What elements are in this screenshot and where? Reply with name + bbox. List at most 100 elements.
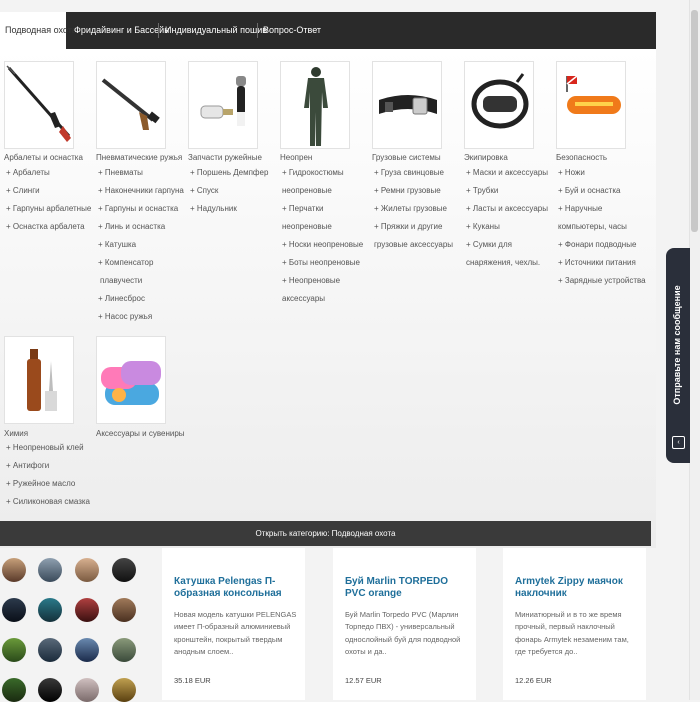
category-title[interactable]: Аксессуары и сувениры bbox=[96, 429, 185, 438]
avatar[interactable] bbox=[75, 638, 99, 662]
category-title[interactable]: Неопрен bbox=[280, 153, 312, 162]
tab-faq[interactable]: Вопрос-Ответ bbox=[258, 12, 321, 49]
category-title[interactable]: Химия bbox=[4, 429, 28, 438]
avatar[interactable] bbox=[112, 638, 136, 662]
subcategory-link[interactable]: + Сумки для bbox=[466, 236, 548, 254]
avatar[interactable] bbox=[38, 598, 62, 622]
subcategory-link[interactable]: + Слинги bbox=[6, 182, 91, 200]
category-image-chemistry[interactable] bbox=[4, 336, 74, 424]
feedback-label[interactable]: Отправьте нам сообщение bbox=[672, 255, 682, 435]
subcategory-list: + Груза свинцовые + Ремни грузовые + Жил… bbox=[374, 164, 453, 254]
subcategory-link[interactable]: + Оснастка арбалета bbox=[6, 218, 91, 236]
subcategory-link-continued[interactable]: аксессуары bbox=[282, 290, 363, 308]
category-title[interactable]: Пневматические ружья bbox=[96, 153, 182, 162]
category-image-weights[interactable] bbox=[372, 61, 442, 149]
subcategory-link[interactable]: + Гарпуны арбалетные bbox=[6, 200, 91, 218]
subcategory-link[interactable]: + Неопреновые bbox=[282, 272, 363, 290]
subcategory-link[interactable]: + Поршень Демпфер bbox=[190, 164, 268, 182]
subcategory-link[interactable]: + Пряжки и другие bbox=[374, 218, 453, 236]
avatar[interactable] bbox=[112, 678, 136, 702]
category-image-gun-parts[interactable] bbox=[188, 61, 258, 149]
subcategory-link[interactable]: + Силиконовая смазка bbox=[6, 493, 90, 511]
subcategory-link[interactable]: + Надульник bbox=[190, 200, 268, 218]
subcategory-link-continued[interactable]: грузовые аксессуары bbox=[374, 236, 453, 254]
avatar[interactable] bbox=[75, 598, 99, 622]
category-image-safety[interactable] bbox=[556, 61, 626, 149]
product-description: Миниатюрный и в то же время прочный, пер… bbox=[515, 610, 629, 656]
subcategory-link[interactable]: + Зарядные устройства bbox=[558, 272, 646, 290]
subcategory-link[interactable]: + Линесброс bbox=[98, 290, 184, 308]
category-title[interactable]: Экипировка bbox=[464, 153, 508, 162]
product-price: 12.26 EUR bbox=[515, 676, 552, 685]
subcategory-link[interactable]: + Ремни грузовые bbox=[374, 182, 453, 200]
avatar[interactable] bbox=[38, 558, 62, 582]
subcategory-link-continued[interactable]: неопреновые bbox=[282, 182, 363, 200]
subcategory-link[interactable]: + Носки неопреновые bbox=[282, 236, 363, 254]
avatar[interactable] bbox=[2, 638, 26, 662]
feedback-tab[interactable]: Отправьте нам сообщение ‹ bbox=[666, 248, 690, 463]
subcategory-link-continued[interactable]: плавучести bbox=[100, 272, 186, 290]
product-title[interactable]: Буй Marlin TORPEDO PVC orange bbox=[345, 576, 465, 600]
subcategory-link[interactable]: + Ружейное масло bbox=[6, 475, 90, 493]
subcategory-link[interactable]: + Пневматы bbox=[98, 164, 184, 182]
category-title[interactable]: Арбалеты и оснастка bbox=[4, 153, 83, 162]
avatar[interactable] bbox=[38, 638, 62, 662]
subcategory-link-continued[interactable]: компьютеры, часы bbox=[558, 218, 646, 236]
speargun-icon bbox=[6, 65, 71, 142]
open-category-button[interactable]: Открыть категорию: Подводная охота bbox=[0, 521, 651, 546]
subcategory-link[interactable]: + Маски и аксессуары bbox=[466, 164, 548, 182]
subcategory-link[interactable]: + Антифоги bbox=[6, 457, 90, 475]
subcategory-link[interactable]: + Катушка bbox=[98, 236, 184, 254]
category-image-equipment[interactable] bbox=[464, 61, 534, 149]
subcategory-link[interactable]: + Жилеты грузовые bbox=[374, 200, 453, 218]
avatar[interactable] bbox=[112, 558, 136, 582]
subcategory-link[interactable]: + Перчатки bbox=[282, 200, 363, 218]
category-image-accessories[interactable] bbox=[96, 336, 166, 424]
gun-parts-icon bbox=[200, 76, 246, 126]
subcategory-link[interactable]: + Гидрокостюмы bbox=[282, 164, 363, 182]
subcategory-link[interactable]: + Буй и оснастка bbox=[558, 182, 646, 200]
subcategory-link[interactable]: + Наручные bbox=[558, 200, 646, 218]
product-card[interactable]: Катушка Pelengas П-образная консольная Н… bbox=[162, 548, 305, 700]
product-card[interactable]: Armytek Zippy маячок наклочник Миниатюрн… bbox=[503, 548, 646, 700]
category-title[interactable]: Запчасти ружейные bbox=[188, 153, 262, 162]
tab-freediving[interactable]: Фридайвинг и Бассейн bbox=[69, 12, 169, 49]
subcategory-link[interactable]: + Спуск bbox=[190, 182, 268, 200]
subcategory-link[interactable]: + Неопреновый клей bbox=[6, 439, 90, 457]
avatar[interactable] bbox=[75, 678, 99, 702]
avatar[interactable] bbox=[112, 598, 136, 622]
avatar[interactable] bbox=[75, 558, 99, 582]
subcategory-link[interactable]: + Куканы bbox=[466, 218, 548, 236]
subcategory-link[interactable]: + Источники питания bbox=[558, 254, 646, 272]
product-card[interactable]: Буй Marlin TORPEDO PVC orange Буй Marlin… bbox=[333, 548, 476, 700]
subcategory-link[interactable]: + Линь и оснастка bbox=[98, 218, 184, 236]
subcategory-link-continued[interactable]: неопреновые bbox=[282, 218, 363, 236]
category-image-pneumatic[interactable] bbox=[96, 61, 166, 149]
top-nav: Подводная охота Фридайвинг и Бассейн Инд… bbox=[0, 12, 656, 49]
subcategory-link[interactable]: + Гарпуны и оснастка bbox=[98, 200, 184, 218]
avatar[interactable] bbox=[2, 598, 26, 622]
subcategory-link[interactable]: + Трубки bbox=[466, 182, 548, 200]
subcategory-link[interactable]: + Насос ружья bbox=[98, 308, 184, 326]
subcategory-link[interactable]: + Ножи bbox=[558, 164, 646, 182]
subcategory-link[interactable]: + Фонари подводные bbox=[558, 236, 646, 254]
category-title[interactable]: Безопасность bbox=[556, 153, 607, 162]
avatar[interactable] bbox=[2, 678, 26, 702]
tab-spearfishing[interactable]: Подводная охота bbox=[0, 12, 77, 49]
avatar[interactable] bbox=[2, 558, 26, 582]
category-image-speargun[interactable] bbox=[4, 61, 74, 149]
subcategory-link-continued[interactable]: снаряжения, чехлы. bbox=[466, 254, 548, 272]
avatar[interactable] bbox=[38, 678, 62, 702]
category-image-neoprene[interactable] bbox=[280, 61, 350, 149]
subcategory-link[interactable]: + Компенсатор bbox=[98, 254, 184, 272]
category-title[interactable]: Грузовые системы bbox=[372, 153, 441, 162]
subcategory-link[interactable]: + Груза свинцовые bbox=[374, 164, 453, 182]
product-title[interactable]: Катушка Pelengas П-образная консольная bbox=[174, 576, 294, 600]
subcategory-link[interactable]: + Арбалеты bbox=[6, 164, 91, 182]
subcategory-link[interactable]: + Наконечники гарпуна bbox=[98, 182, 184, 200]
scrollbar-thumb[interactable] bbox=[691, 10, 698, 232]
product-title[interactable]: Armytek Zippy маячок наклочник bbox=[515, 576, 635, 600]
subcategory-link[interactable]: + Боты неопреновые bbox=[282, 254, 363, 272]
tab-custom-tailoring[interactable]: Индивидуальный пошив bbox=[160, 12, 267, 49]
subcategory-link[interactable]: + Ласты и аксессуары bbox=[466, 200, 548, 218]
